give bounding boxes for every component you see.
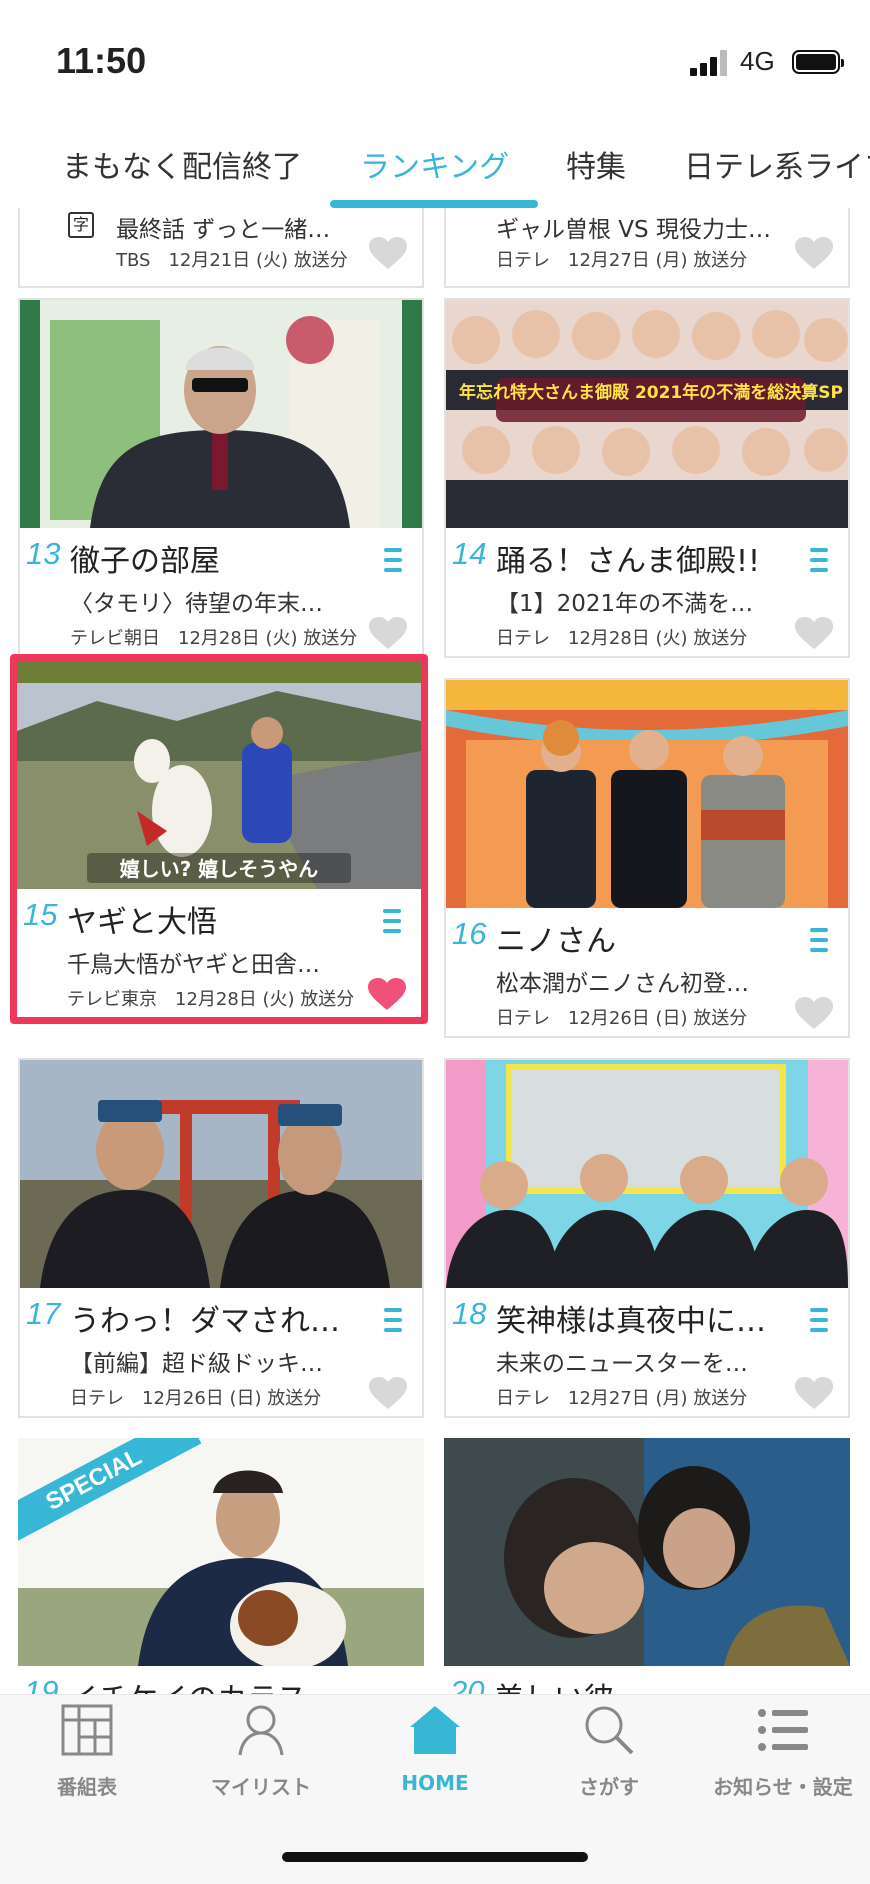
rank-number: 17 xyxy=(26,1296,61,1331)
program-thumbnail xyxy=(446,680,848,908)
program-title: ニノさん xyxy=(496,924,616,959)
nav-search[interactable]: さがす xyxy=(522,1695,696,1825)
nav-mylist[interactable]: マイリスト xyxy=(174,1695,348,1825)
rank-number: 14 xyxy=(452,536,487,571)
status-bar: 11:50 4G xyxy=(0,0,870,120)
program-title: うわっ！ダマされ… xyxy=(70,1304,340,1339)
category-tabs: まもなく配信終了 ランキング 特集 日テレ系ライブ xyxy=(0,120,870,208)
broadcast-info: 日テレ 12月28日 (火) 放送分 xyxy=(496,628,748,649)
network-type: 4G xyxy=(740,46,775,76)
program-thumbnail xyxy=(20,300,422,528)
program-subtitle: 【1】2021年の不満を… xyxy=(496,591,754,617)
program-thumbnail xyxy=(20,1060,422,1288)
search-icon xyxy=(585,1706,634,1755)
program-thumbnail: 嬉しい? 嬉しそうやん xyxy=(17,661,421,889)
program-title: ヤギと大悟 xyxy=(67,905,217,940)
subtitles-badge: 字 xyxy=(68,212,94,238)
tab-ranking[interactable]: ランキング xyxy=(360,142,509,186)
program-card-16[interactable]: 16 ニノさん 松本潤がニノさん初登… 日テレ 12月26日 (日) 放送分 xyxy=(444,678,850,1038)
program-card-14[interactable]: 年忘れ特大さんま御殿 2021年の不満を総決算SP 14 踊る！さんま御殿!! … xyxy=(444,298,850,658)
menu-icon[interactable] xyxy=(384,548,402,572)
heart-icon[interactable] xyxy=(794,616,834,650)
program-subtitle: ギャル曽根 VS 現役力士… xyxy=(496,217,771,243)
program-subtitle: 未来のニュースターを… xyxy=(496,1351,748,1377)
tab-ntv-live[interactable]: 日テレ系ライブ xyxy=(684,142,870,186)
menu-icon[interactable] xyxy=(810,928,828,952)
list-settings-icon xyxy=(758,1709,808,1751)
nav-label: お知らせ・設定 xyxy=(713,1775,853,1799)
program-card-19[interactable]: SPECIAL 19 イチケイのカラス xyxy=(18,1438,424,1694)
home-icon xyxy=(410,1706,460,1754)
heart-icon[interactable] xyxy=(368,616,408,650)
rank-number: 13 xyxy=(26,536,61,571)
program-subtitle: 千鳥大悟がヤギと田舎… xyxy=(67,952,320,978)
program-title: イチケイのカラス xyxy=(68,1674,368,1694)
thumbnail-caption: 嬉しい? 嬉しそうやん xyxy=(120,857,319,881)
rank-number: 18 xyxy=(452,1296,487,1331)
active-tab-indicator xyxy=(330,200,538,208)
nav-label: 番組表 xyxy=(57,1775,117,1799)
program-title: 美しい彼 xyxy=(494,1674,794,1694)
program-thumbnail xyxy=(446,1060,848,1288)
program-card[interactable]: ギャル曽根 VS 現役力士… 日テレ 12月27日 (月) 放送分 xyxy=(444,208,850,288)
menu-icon[interactable] xyxy=(810,1308,828,1332)
broadcast-info: テレビ東京 12月28日 (火) 放送分 xyxy=(67,989,355,1010)
heart-icon[interactable] xyxy=(368,236,408,270)
nav-label: マイリスト xyxy=(211,1775,311,1799)
program-thumbnail: 年忘れ特大さんま御殿 2021年の不満を総決算SP xyxy=(446,300,848,528)
program-thumbnail: SPECIAL xyxy=(18,1438,424,1666)
program-card-13[interactable]: 13 徹子の部屋 〈タモリ〉待望の年末… テレビ朝日 12月28日 (火) 放送… xyxy=(18,298,424,658)
rank-number: 20 xyxy=(450,1674,485,1694)
ranking-grid: 字 最終話 ずっと一緒… TBS 12月21日 (火) 放送分 ギャル曽根 VS… xyxy=(0,208,870,1694)
menu-icon[interactable] xyxy=(384,1308,402,1332)
status-time: 11:50 xyxy=(56,40,147,81)
broadcast-info: 日テレ 12月26日 (日) 放送分 xyxy=(496,1008,748,1029)
thumbnail-caption: 年忘れ特大さんま御殿 2021年の不満を総決算SP xyxy=(459,382,843,403)
program-card-17[interactable]: 17 うわっ！ダマされ… 【前編】超ド級ドッキ… 日テレ 12月26日 (日) … xyxy=(18,1058,424,1418)
heart-icon[interactable] xyxy=(794,236,834,270)
broadcast-info: 日テレ 12月26日 (日) 放送分 xyxy=(70,1388,322,1409)
tab-feature[interactable]: 特集 xyxy=(566,142,626,186)
rank-number: 15 xyxy=(23,897,58,932)
broadcast-info: テレビ朝日 12月28日 (火) 放送分 xyxy=(70,628,358,649)
program-subtitle: 【前編】超ド級ドッキ… xyxy=(70,1351,323,1377)
broadcast-info: TBS 12月21日 (火) 放送分 xyxy=(116,250,348,271)
program-card-18[interactable]: 18 笑神様は真夜中に… 未来のニュースターを… 日テレ 12月27日 (月) … xyxy=(444,1058,850,1418)
battery-icon xyxy=(792,50,844,74)
program-card-15[interactable]: 嬉しい? 嬉しそうやん 15 ヤギと大悟 千鳥大悟がヤギと田舎… テレビ東京 1… xyxy=(10,654,428,1024)
program-subtitle: 松本潤がニノさん初登… xyxy=(496,971,749,997)
nav-notices-settings[interactable]: お知らせ・設定 xyxy=(696,1695,870,1825)
heart-icon[interactable] xyxy=(367,977,407,1011)
heart-icon[interactable] xyxy=(794,1376,834,1410)
program-thumbnail xyxy=(444,1438,850,1666)
nav-label: さがす xyxy=(579,1775,639,1799)
program-card[interactable]: 字 最終話 ずっと一緒… TBS 12月21日 (火) 放送分 xyxy=(18,208,424,288)
nav-home[interactable]: HOME xyxy=(348,1695,522,1825)
heart-icon[interactable] xyxy=(368,1376,408,1410)
nav-label: HOME xyxy=(401,1771,469,1795)
menu-icon[interactable] xyxy=(810,548,828,572)
program-title: 踊る！さんま御殿!! xyxy=(496,544,761,579)
signal-icon xyxy=(690,50,730,76)
broadcast-info: 日テレ 12月27日 (月) 放送分 xyxy=(496,250,748,271)
home-indicator xyxy=(282,1852,588,1862)
program-title: 徹子の部屋 xyxy=(70,544,220,579)
rank-number: 16 xyxy=(452,916,487,951)
broadcast-info: 日テレ 12月27日 (月) 放送分 xyxy=(496,1388,748,1409)
nav-schedule[interactable]: 番組表 xyxy=(0,1695,174,1825)
menu-icon[interactable] xyxy=(383,909,401,933)
program-title: 笑神様は真夜中に… xyxy=(496,1304,766,1339)
grid-schedule-icon xyxy=(61,1704,113,1756)
tab-ending-soon[interactable]: まもなく配信終了 xyxy=(62,142,302,186)
program-subtitle: 〈タモリ〉待望の年末… xyxy=(70,591,323,617)
heart-icon[interactable] xyxy=(794,996,834,1030)
person-icon xyxy=(238,1705,284,1756)
rank-number: 19 xyxy=(24,1674,59,1694)
program-card-20[interactable]: 20 美しい彼 xyxy=(444,1438,850,1694)
